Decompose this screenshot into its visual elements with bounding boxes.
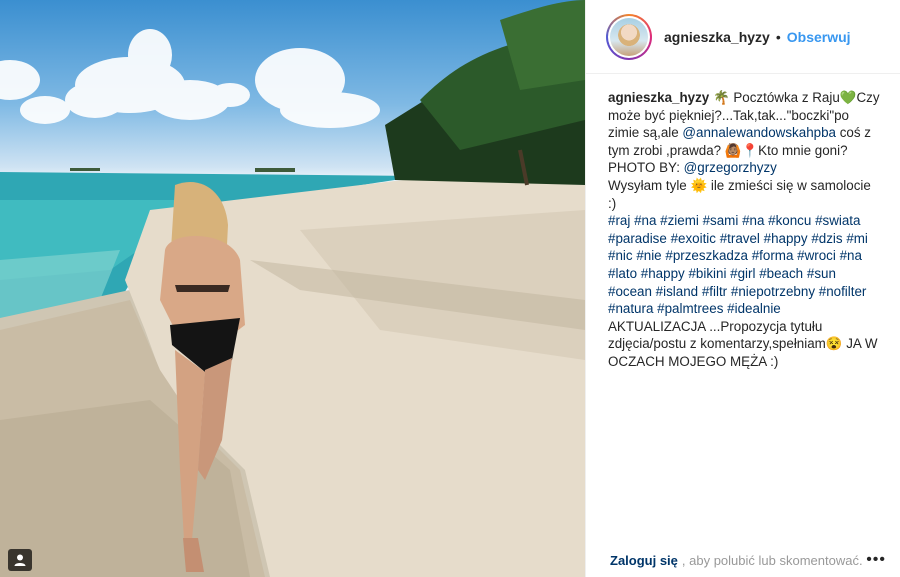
post-header: agnieszka_hyzy • Obserwuj bbox=[586, 0, 900, 74]
hashtag-link[interactable]: #natura bbox=[608, 301, 653, 316]
separator-dot: • bbox=[775, 28, 781, 45]
hashtag-link[interactable]: #przeszkadza bbox=[665, 248, 748, 263]
hashtag-link[interactable]: #na bbox=[742, 213, 764, 228]
hashtag-link[interactable]: #mi bbox=[846, 231, 868, 246]
hashtag-link[interactable]: #girl bbox=[730, 266, 755, 281]
hashtag-link[interactable]: #happy bbox=[764, 231, 808, 246]
more-options-icon[interactable]: ••• bbox=[866, 551, 886, 569]
follow-button[interactable]: Obserwuj bbox=[787, 29, 851, 45]
mention-link[interactable]: @annalewandowskahpba bbox=[682, 125, 836, 140]
caption-text-1: 🌴 Pocztówka z Raju bbox=[709, 90, 840, 105]
caption-username[interactable]: agnieszka_hyzy bbox=[608, 90, 709, 105]
hashtag-link[interactable]: #forma bbox=[752, 248, 794, 263]
hashtag-link[interactable]: #nofilter bbox=[819, 284, 867, 299]
username-link[interactable]: agnieszka_hyzy bbox=[664, 29, 770, 45]
hashtag-link[interactable]: #ziemi bbox=[660, 213, 699, 228]
caption-paragraph: AKTUALIZACJA ...Propozycja tytułu zdjęci… bbox=[608, 318, 882, 371]
post-footer: Zaloguj się , aby polubić lub skomentowa… bbox=[586, 543, 900, 577]
post-caption: agnieszka_hyzy 🌴 Pocztówka z Raju💚Czy mo… bbox=[586, 74, 900, 371]
login-link[interactable]: Zaloguj się bbox=[610, 553, 678, 568]
login-prompt-text: , aby polubić lub skomentować. bbox=[681, 552, 863, 568]
caption-text-5: AKTUALIZACJA ...Propozycja tytułu zdjęci… bbox=[608, 318, 878, 369]
hashtag-link[interactable]: #beach bbox=[759, 266, 803, 281]
hashtag-link[interactable]: #travel bbox=[720, 231, 760, 246]
hashtag-link[interactable]: #palmtrees bbox=[657, 301, 723, 316]
hashtag-link[interactable]: #sami bbox=[703, 213, 739, 228]
hashtag-link[interactable]: #happy bbox=[641, 266, 685, 281]
green-heart-emoji: 💚 bbox=[839, 90, 857, 105]
hashtag-link[interactable]: #idealnie bbox=[727, 301, 781, 316]
caption-paragraph: Wysyłam tyle 🌞 ile zmieści się w samoloc… bbox=[608, 177, 882, 212]
hashtag-link[interactable]: #nic bbox=[608, 248, 633, 263]
hashtag-link[interactable]: #filtr bbox=[702, 284, 727, 299]
avatar-image bbox=[610, 17, 648, 56]
hashtag-link[interactable]: #island bbox=[656, 284, 698, 299]
mention-link[interactable]: @grzegorzhyzy bbox=[684, 160, 777, 175]
post-sidebar: agnieszka_hyzy • Obserwuj agnieszka_hyzy… bbox=[585, 0, 900, 577]
hashtag-link[interactable]: #swiata bbox=[815, 213, 860, 228]
beach-photo bbox=[0, 0, 585, 577]
hashtag-link[interactable]: #lato bbox=[608, 266, 637, 281]
caption-paragraph: agnieszka_hyzy 🌴 Pocztówka z Raju💚Czy mo… bbox=[608, 89, 882, 177]
hashtag-link[interactable]: #ocean bbox=[608, 284, 652, 299]
hashtag-link[interactable]: #dzis bbox=[811, 231, 842, 246]
user-tag-badge[interactable] bbox=[8, 549, 32, 571]
avatar[interactable] bbox=[606, 13, 652, 60]
hashtag-link[interactable]: #sun bbox=[807, 266, 836, 281]
hashtag-link[interactable]: #wroci bbox=[797, 248, 836, 263]
hashtag-link[interactable]: #na bbox=[634, 213, 656, 228]
hashtag-link[interactable]: #na bbox=[840, 248, 862, 263]
user-tag-icon bbox=[14, 554, 26, 566]
hashtag-link[interactable]: #raj bbox=[608, 213, 630, 228]
hashtag-link[interactable]: #niepotrzebny bbox=[731, 284, 815, 299]
hashtag-link[interactable]: #bikini bbox=[688, 266, 726, 281]
hashtag-link[interactable]: #koncu bbox=[768, 213, 811, 228]
hashtag-link[interactable]: #exoitic bbox=[671, 231, 716, 246]
post-photo[interactable] bbox=[0, 0, 585, 577]
hashtag-link[interactable]: #paradise bbox=[608, 231, 667, 246]
caption-text-4: Wysyłam tyle 🌞 ile zmieści się w samoloc… bbox=[608, 177, 871, 211]
hashtag-link[interactable]: #nie bbox=[636, 248, 661, 263]
hashtag-list: #raj #na #ziemi #sami #na #koncu #swiata… bbox=[608, 212, 882, 318]
